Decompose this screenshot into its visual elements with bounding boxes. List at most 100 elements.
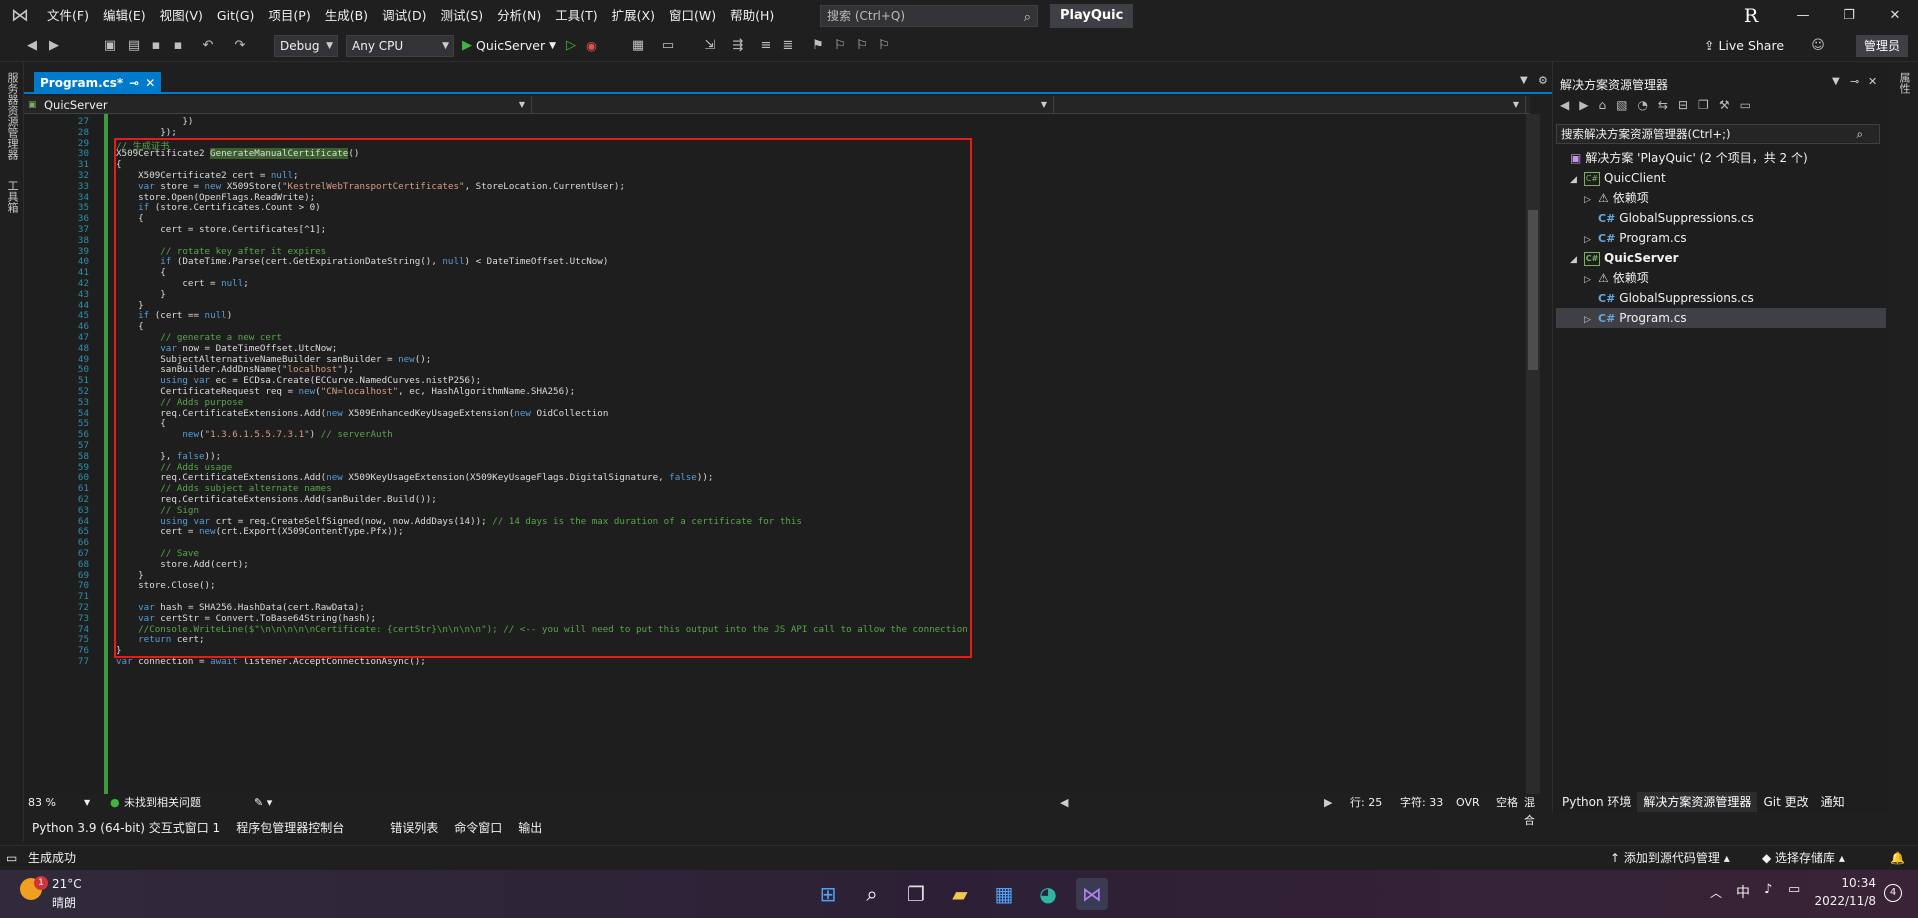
minimize-icon[interactable]: — (1780, 0, 1826, 32)
project-nav-select[interactable]: ▣ QuicServer ▼ (24, 96, 532, 114)
save-icon[interactable]: ▪ (146, 36, 166, 56)
notification-bell-icon[interactable]: 🔔 (1890, 846, 1905, 870)
overwrite-indicator[interactable]: OVR (1456, 794, 1480, 812)
clock-date[interactable]: 2022/11/8 (1806, 894, 1876, 908)
solution-node[interactable]: ▣ 解决方案 'PlayQuic' (2 个项目，共 2 个) (1556, 148, 1886, 168)
battery-icon[interactable]: ▭ (1788, 882, 1800, 897)
pin-icon[interactable]: ⊸ (1850, 75, 1859, 88)
whitespace-indicator[interactable]: 空格 (1496, 794, 1518, 812)
start-debugging-button[interactable]: ▶ QuicServer ▼ ▷ ◉ (462, 35, 597, 57)
tab-program-cs[interactable]: Program.cs* ⊸ ✕ (34, 72, 162, 94)
add-to-source-control-button[interactable]: ↑ 添加到源代码管理 ▴ (1610, 846, 1730, 870)
weather-description[interactable]: 晴朗 (52, 894, 76, 911)
solution-search-input[interactable]: 搜索解决方案资源管理器(Ctrl+;) ⌕ (1556, 124, 1880, 144)
tree-item-dependencies[interactable]: ▷ ⚠ 依赖项 (1556, 268, 1886, 288)
toolbox-tab[interactable]: 工具箱 (4, 180, 20, 226)
windows-start-icon[interactable]: ⊞ (812, 878, 844, 910)
layout-icon[interactable]: ▭ (658, 36, 678, 56)
cleanup-brush-icon[interactable]: ✎ ▾ (254, 794, 272, 812)
redo-icon[interactable]: ↷ (230, 36, 250, 56)
tree-item-quicclient[interactable]: ◢ C# QuicClient (1556, 168, 1886, 188)
member-nav-select[interactable]: ▼ (1056, 96, 1526, 114)
sync-icon[interactable]: ⇆ (1658, 98, 1668, 112)
line-indicator[interactable]: 行: 25 (1350, 794, 1382, 812)
hot-reload-icon[interactable]: ◉ (586, 35, 597, 57)
select-repository-button[interactable]: ◆ 选择存储库 ▴ (1762, 846, 1845, 870)
server-explorer-tab[interactable]: 服务器资源管理器 (4, 72, 20, 168)
forward-icon[interactable]: ▶ (1579, 98, 1588, 112)
tab-notifications[interactable]: 通知 (1815, 792, 1851, 812)
platform-select[interactable]: Any CPU ▼ (346, 35, 454, 57)
close-panel-icon[interactable]: ✕ (1868, 75, 1877, 88)
tab-solution-explorer[interactable]: 解决方案资源管理器 (1637, 792, 1758, 812)
scroll-right-icon[interactable]: ▶ (1324, 794, 1332, 812)
task-view-icon[interactable]: ❐ (900, 878, 932, 910)
global-search-input[interactable]: 搜索 (Ctrl+Q) ⌕ (820, 5, 1038, 27)
collapsed-arrow-icon[interactable]: ▷ (1584, 190, 1598, 210)
user-avatar[interactable]: R (1738, 4, 1764, 28)
tray-overflow-icon[interactable]: ︿ (1710, 884, 1722, 901)
settings-icon[interactable]: ⚙ (1538, 74, 1548, 87)
zoom-select[interactable]: 83 % (28, 794, 56, 812)
tree-item-globalsuppressions[interactable]: C# GlobalSuppressions.cs (1556, 288, 1886, 308)
tab-package-manager-console[interactable]: 程序包管理器控制台 (228, 818, 352, 838)
column-indicator[interactable]: 字符: 33 (1400, 794, 1443, 812)
new-item-icon[interactable]: ▣ (100, 36, 120, 56)
undo-icon[interactable]: ↶ (198, 36, 218, 56)
feedback-icon[interactable]: ☺ (1808, 36, 1828, 56)
restore-icon[interactable]: ❐ (1826, 0, 1872, 32)
switch-views-icon[interactable]: ▧ (1616, 98, 1627, 112)
properties-icon[interactable]: ⚒ (1719, 98, 1730, 112)
menu-debug[interactable]: 调试(D) (375, 0, 433, 32)
collapsed-arrow-icon[interactable]: ▷ (1584, 310, 1598, 330)
expanded-arrow-icon[interactable]: ◢ (1570, 170, 1584, 190)
comment-icon[interactable]: ≡ (756, 36, 776, 56)
solution-explorer-icon[interactable]: ▦ (628, 36, 648, 56)
scroll-left-icon[interactable]: ◀ (1060, 794, 1068, 812)
panel-menu-icon[interactable]: ▼ (1832, 76, 1840, 87)
open-folder-icon[interactable]: ▤ (124, 36, 144, 56)
menu-window[interactable]: 窗口(W) (662, 0, 723, 32)
collapsed-arrow-icon[interactable]: ▷ (1584, 230, 1598, 250)
tree-item-program-selected[interactable]: ▷ C# Program.cs (1556, 308, 1886, 328)
microsoft-store-icon[interactable]: ▦ (988, 878, 1020, 910)
menu-view[interactable]: 视图(V) (153, 0, 210, 32)
menu-file[interactable]: 文件(F) (40, 0, 96, 32)
pin-icon[interactable]: ⊸ (129, 72, 139, 94)
start-without-debugging-icon[interactable]: ▷ (566, 35, 576, 57)
collapsed-arrow-icon[interactable]: ▷ (1584, 270, 1598, 290)
menu-extensions[interactable]: 扩展(X) (605, 0, 662, 32)
tab-git-changes[interactable]: Git 更改 (1757, 792, 1814, 812)
properties-side-tab[interactable]: 属性 (1896, 72, 1912, 112)
weather-temperature[interactable]: 21°C (52, 877, 82, 891)
scrollbar-thumb[interactable] (1528, 210, 1538, 370)
save-all-icon[interactable]: ▪ (168, 36, 188, 56)
pending-changes-icon[interactable]: ◔ (1637, 98, 1647, 112)
format-icon[interactable]: ⇶ (728, 36, 748, 56)
tab-error-list[interactable]: 错误列表 (382, 818, 446, 838)
back-icon[interactable]: ◀ (1560, 98, 1569, 112)
expanded-arrow-icon[interactable]: ◢ (1570, 250, 1584, 270)
file-explorer-icon[interactable]: ▰ (944, 878, 976, 910)
next-bookmark-icon[interactable]: ⚐ (852, 36, 872, 56)
line-ending-indicator[interactable]: 混合 (1524, 794, 1535, 830)
tree-item-program[interactable]: ▷ C# Program.cs (1556, 228, 1886, 248)
code-editor[interactable]: 27 }) 28 }); 29// 生成证书 30 X509Certificate2 G… (24, 114, 1530, 794)
tab-overflow-icon[interactable]: ▼ (1520, 75, 1528, 86)
menu-help[interactable]: 帮助(H) (723, 0, 781, 32)
menu-edit[interactable]: 编辑(E) (96, 0, 153, 32)
show-all-files-icon[interactable]: ❐ (1698, 98, 1709, 112)
home-icon[interactable]: ⌂ (1598, 98, 1606, 112)
close-icon[interactable]: ✕ (1872, 0, 1918, 32)
close-tab-icon[interactable]: ✕ (145, 72, 155, 94)
menu-test[interactable]: 测试(S) (433, 0, 490, 32)
tab-python-env[interactable]: Python 环境 (1556, 792, 1637, 812)
notification-count-badge[interactable]: 4 (1884, 884, 1902, 902)
menu-tools[interactable]: 工具(T) (548, 0, 604, 32)
bookmark-icon[interactable]: ⚑ (808, 36, 828, 56)
menu-build[interactable]: 生成(B) (318, 0, 375, 32)
issues-status[interactable]: 未找到相关问题 (124, 794, 201, 812)
back-icon[interactable]: ◀ (22, 36, 42, 56)
type-nav-select[interactable]: ▼ (534, 96, 1054, 114)
tab-output[interactable]: 输出 (510, 818, 550, 838)
